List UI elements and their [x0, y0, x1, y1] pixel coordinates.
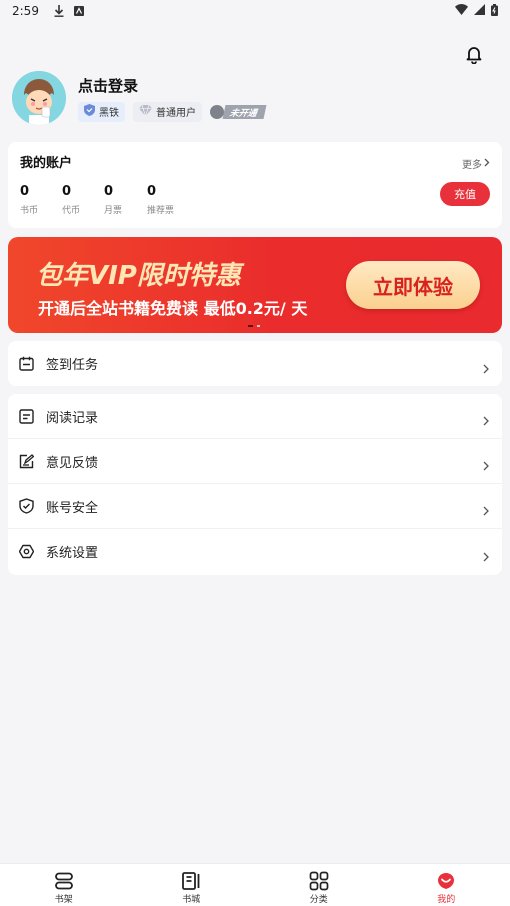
tab-bookshelf[interactable]: 书架 [0, 864, 128, 906]
bookstore-icon [181, 871, 201, 891]
menu-label: 意见反馈 [46, 455, 99, 471]
cellular-signal-icon [474, 4, 485, 18]
chevron-right-icon [482, 359, 490, 373]
stat-label: 代币 [62, 206, 81, 216]
profile-header: 点击登录 黑铁 普通用户 未开通 [12, 70, 267, 126]
menu-label: 阅读记录 [46, 410, 99, 426]
category-icon [309, 871, 329, 891]
vip-badge[interactable]: 未开通 [210, 102, 267, 122]
chevron-right-icon [482, 501, 490, 516]
level-badge-text: 黑铁 [99, 108, 119, 119]
chevron-right-icon [482, 547, 490, 561]
feedback-icon [18, 453, 34, 469]
more-link[interactable]: 更多 [462, 156, 490, 171]
mine-icon [436, 871, 456, 891]
menu-item-system-settings[interactable]: 系统设置 [8, 529, 502, 574]
banner-title: 包年VIP限时特惠 [36, 261, 241, 291]
status-bar: 2:59 [0, 0, 510, 22]
tab-mine[interactable]: 我的 [383, 864, 510, 906]
shield-icon [18, 498, 34, 514]
stat-label: 月票 [104, 206, 123, 216]
status-time: 2:59 [12, 4, 39, 18]
sign-in-card: 签到任务 [8, 341, 502, 386]
settings-icon [18, 544, 34, 560]
menu-label: 系统设置 [46, 546, 99, 561]
vip-medal-icon [210, 104, 224, 119]
calendar-icon [18, 356, 34, 372]
menu-item-feedback[interactable]: 意见反馈 [8, 439, 502, 484]
level-shield-icon [84, 104, 95, 119]
battery-icon [491, 3, 498, 19]
banner-subtitle: 开通后全站书籍免费读 最低0.2元/ 天 [38, 299, 308, 318]
user-type-badge-text: 普通用户 [156, 108, 196, 119]
carousel-dot-active [248, 325, 253, 327]
account-title: 我的账户 [20, 156, 73, 171]
carousel-indicator [248, 325, 260, 327]
vip-promo-banner[interactable]: 包年VIP限时特惠 开通后全站书籍免费读 最低0.2元/ 天 立即体验 [8, 237, 502, 333]
chevron-right-icon [484, 158, 490, 170]
tab-label: 分类 [309, 895, 328, 905]
tab-label: 书架 [54, 895, 73, 905]
menu-item-account-security[interactable]: 账号安全 [8, 484, 502, 529]
tab-label: 书城 [182, 895, 201, 905]
more-label: 更多 [462, 160, 482, 171]
app-notification-icon [73, 5, 85, 17]
recharge-button[interactable]: 充值 [440, 182, 490, 206]
tab-bookstore[interactable]: 书城 [128, 864, 256, 906]
stat-label: 书币 [20, 206, 39, 216]
stat-value: 0 [20, 184, 30, 199]
login-prompt[interactable]: 点击登录 [78, 75, 265, 96]
try-now-button[interactable]: 立即体验 [346, 261, 480, 309]
menu-item-sign-in[interactable]: 签到任务 [8, 341, 502, 386]
tab-category[interactable]: 分类 [255, 864, 383, 906]
diamond-icon [139, 104, 152, 119]
bottom-tab-bar: 书架 书城 分类 我的 [0, 863, 510, 906]
stat-value: 0 [104, 184, 114, 199]
chevron-right-icon [482, 411, 490, 426]
user-type-badge: 普通用户 [133, 101, 202, 122]
menu-label: 签到任务 [46, 358, 99, 373]
account-card: 我的账户 更多 0 书币 0 代币 0 月票 0 推荐票 充值 [8, 142, 502, 228]
stat-label: 推荐票 [147, 206, 175, 216]
reading-record-icon [18, 408, 34, 424]
wifi-icon [455, 4, 468, 18]
level-badge: 黑铁 [78, 101, 125, 122]
download-icon [53, 5, 65, 17]
stat-recommend-tickets[interactable]: 0 推荐票 [147, 184, 189, 216]
avatar[interactable] [12, 71, 66, 125]
stat-value: 0 [62, 184, 72, 199]
chevron-right-icon [482, 456, 490, 471]
menu-label: 账号安全 [46, 500, 99, 516]
stat-book-coins[interactable]: 0 书币 [20, 184, 62, 216]
notification-bell-icon[interactable] [464, 44, 484, 65]
vip-badge-text: 未开通 [222, 104, 267, 119]
carousel-dot [257, 325, 260, 327]
tab-label: 我的 [437, 895, 456, 905]
stat-monthly-tickets[interactable]: 0 月票 [104, 184, 147, 216]
settings-menu-card: 阅读记录 意见反馈 账号安全 系统设置 [8, 394, 502, 575]
stat-value: 0 [147, 184, 157, 199]
stat-tokens[interactable]: 0 代币 [62, 184, 104, 216]
menu-item-reading-record[interactable]: 阅读记录 [8, 394, 502, 439]
bookshelf-icon [54, 871, 74, 891]
